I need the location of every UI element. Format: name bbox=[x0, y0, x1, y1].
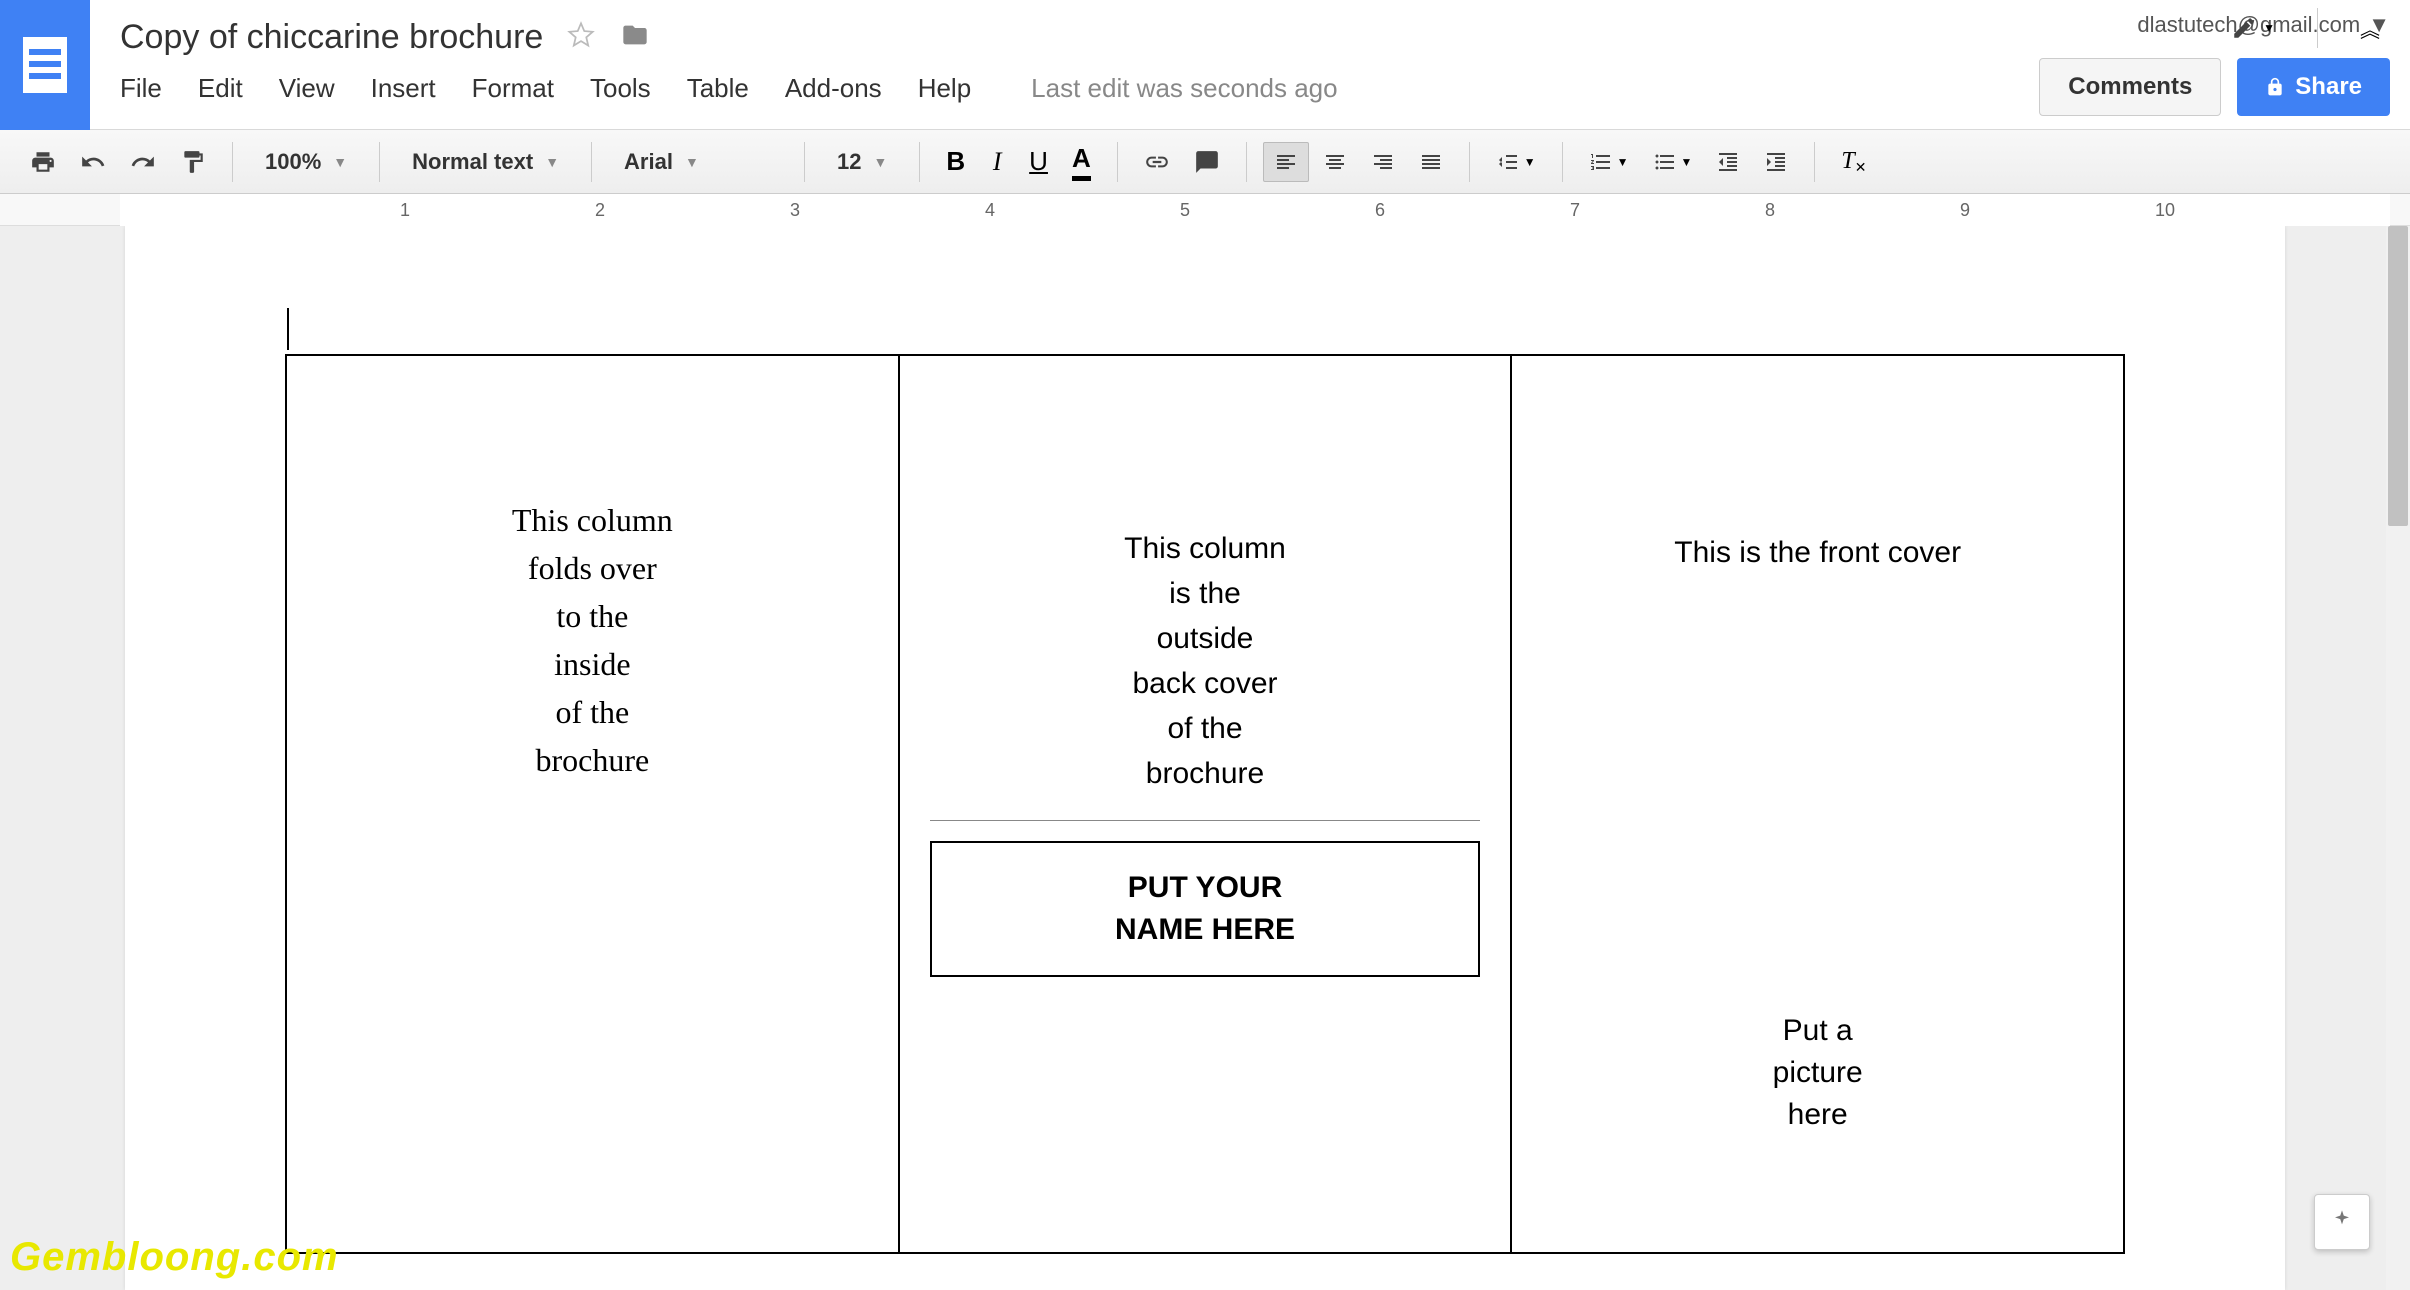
menu-table[interactable]: Table bbox=[687, 73, 749, 104]
share-button[interactable]: Share bbox=[2237, 58, 2390, 116]
menu-addons[interactable]: Add-ons bbox=[785, 73, 882, 104]
zoom-select[interactable]: 100%▼ bbox=[249, 141, 363, 183]
undo-button[interactable] bbox=[70, 142, 116, 182]
text-cursor bbox=[287, 308, 289, 350]
watermark: Gembloong.com bbox=[10, 1235, 339, 1280]
menu-help[interactable]: Help bbox=[918, 73, 971, 104]
brochure-column-2[interactable]: This column is the outside back cover of… bbox=[900, 356, 1513, 1252]
print-button[interactable] bbox=[20, 142, 66, 182]
app-header: Copy of chiccarine brochure File Edit Vi… bbox=[0, 0, 2410, 130]
bulleted-list-button[interactable]: ▼ bbox=[1643, 142, 1703, 182]
lock-icon bbox=[2265, 77, 2285, 97]
insert-link-button[interactable] bbox=[1134, 142, 1180, 182]
paragraph-style-select[interactable]: Normal text▼ bbox=[396, 141, 575, 183]
column-3-picture-placeholder[interactable]: Put a picture here bbox=[1542, 1010, 2093, 1136]
name-box[interactable]: PUT YOUR NAME HERE bbox=[930, 841, 1481, 977]
align-left-button[interactable] bbox=[1263, 142, 1309, 182]
menu-insert[interactable]: Insert bbox=[371, 73, 436, 104]
document-title[interactable]: Copy of chiccarine brochure bbox=[120, 18, 543, 57]
star-icon[interactable] bbox=[567, 21, 595, 54]
collapse-toolbar-button[interactable]: ︽ bbox=[2350, 8, 2390, 48]
edit-status: Last edit was seconds ago bbox=[1031, 73, 1337, 104]
vertical-scrollbar[interactable] bbox=[2386, 226, 2410, 1290]
column-3-title[interactable]: This is the front cover bbox=[1542, 536, 2093, 570]
align-justify-button[interactable] bbox=[1409, 142, 1453, 182]
column-2-text[interactable]: This column is the outside back cover of… bbox=[930, 526, 1481, 796]
horizontal-rule bbox=[930, 820, 1481, 821]
folder-icon[interactable] bbox=[619, 21, 651, 54]
explore-button[interactable] bbox=[2314, 1194, 2370, 1250]
menu-file[interactable]: File bbox=[120, 73, 162, 104]
editing-mode-button[interactable]: ▼ bbox=[2221, 8, 2285, 48]
share-label: Share bbox=[2295, 73, 2362, 101]
redo-button[interactable] bbox=[120, 142, 166, 182]
clear-formatting-button[interactable]: T✕ bbox=[1831, 142, 1876, 182]
numbered-list-button[interactable]: ▼ bbox=[1579, 142, 1639, 182]
toolbar: 100%▼ Normal text▼ Arial▼ 12▼ B I U A ▼ … bbox=[0, 130, 2410, 194]
docs-app-icon[interactable] bbox=[0, 0, 90, 130]
font-size-select[interactable]: 12▼ bbox=[821, 141, 903, 183]
align-right-button[interactable] bbox=[1361, 142, 1405, 182]
menu-edit[interactable]: Edit bbox=[198, 73, 243, 104]
brochure-table[interactable]: This column folds over to the inside of … bbox=[285, 354, 2125, 1254]
line-spacing-button[interactable]: ▼ bbox=[1486, 142, 1546, 182]
insert-comment-button[interactable] bbox=[1184, 142, 1230, 182]
ruler[interactable]: 1 2 3 4 5 6 7 8 9 10 bbox=[0, 194, 2410, 226]
increase-indent-button[interactable] bbox=[1754, 142, 1798, 182]
menu-tools[interactable]: Tools bbox=[590, 73, 651, 104]
bold-button[interactable]: B bbox=[936, 142, 975, 182]
document-page[interactable]: This column folds over to the inside of … bbox=[125, 226, 2285, 1290]
align-center-button[interactable] bbox=[1313, 142, 1357, 182]
text-color-button[interactable]: A bbox=[1062, 142, 1101, 182]
comments-label: Comments bbox=[2068, 73, 2192, 101]
paint-format-button[interactable] bbox=[170, 142, 216, 182]
font-select[interactable]: Arial▼ bbox=[608, 141, 788, 183]
brochure-column-3[interactable]: This is the front cover Put a picture he… bbox=[1512, 356, 2123, 1252]
document-canvas: This column folds over to the inside of … bbox=[0, 226, 2410, 1290]
brochure-column-1[interactable]: This column folds over to the inside of … bbox=[287, 356, 900, 1252]
column-1-text[interactable]: This column folds over to the inside of … bbox=[317, 496, 868, 784]
menu-format[interactable]: Format bbox=[472, 73, 554, 104]
menu-view[interactable]: View bbox=[279, 73, 335, 104]
decrease-indent-button[interactable] bbox=[1706, 142, 1750, 182]
scrollbar-thumb[interactable] bbox=[2388, 226, 2408, 526]
comments-button[interactable]: Comments bbox=[2039, 58, 2221, 116]
underline-button[interactable]: U bbox=[1019, 142, 1058, 182]
italic-button[interactable]: I bbox=[979, 142, 1015, 182]
